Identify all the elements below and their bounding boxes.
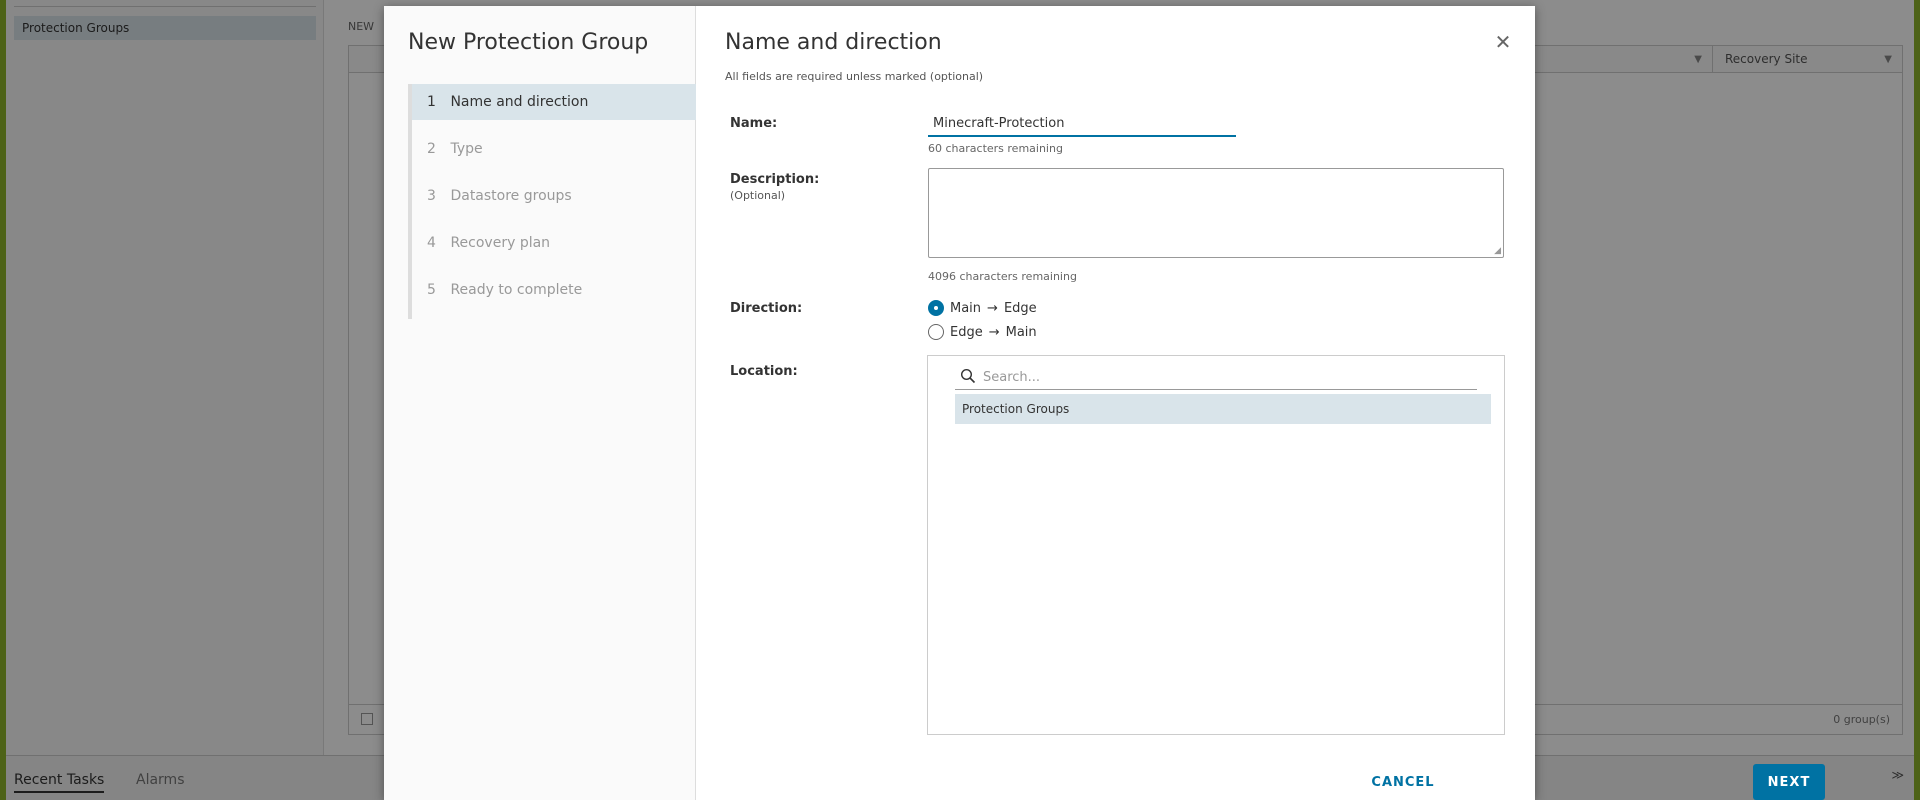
step-number: 4 — [427, 235, 436, 251]
wizard-step-datastore-groups: 3 Datastore groups — [412, 178, 696, 225]
location-tree-panel: Protection Groups — [927, 355, 1505, 735]
close-icon[interactable]: ✕ — [1493, 32, 1513, 52]
direction-to: Main — [1005, 324, 1037, 340]
step-number: 3 — [427, 188, 436, 204]
wizard-title: New Protection Group — [408, 30, 649, 55]
search-icon — [960, 368, 976, 384]
wizard-step-ready-to-complete: 5 Ready to complete — [412, 272, 696, 319]
step-label: Name and direction — [450, 94, 589, 110]
description-optional-note: (Optional) — [730, 189, 786, 202]
wizard-step-recovery-plan: 4 Recovery plan — [412, 225, 696, 272]
name-helper-text: 60 characters remaining — [928, 142, 1063, 155]
step-number: 1 — [427, 94, 436, 110]
step-number: 5 — [427, 282, 436, 298]
tree-item-protection-groups[interactable]: Protection Groups — [955, 394, 1491, 424]
step-label: Datastore groups — [450, 188, 572, 204]
direction-option-main-to-edge[interactable]: Main → Edge — [928, 300, 1037, 316]
direction-option-edge-to-main[interactable]: Edge → Main — [928, 324, 1037, 340]
direction-from: Edge — [950, 324, 983, 340]
radio-button-checked[interactable] — [928, 300, 944, 316]
wizard-steps: 1 Name and direction 2 Type 3 Datastore … — [408, 84, 696, 319]
page-title: Name and direction — [725, 30, 942, 55]
step-number: 2 — [427, 141, 436, 157]
description-helper-text: 4096 characters remaining — [928, 270, 1077, 283]
wizard-step-name-and-direction[interactable]: 1 Name and direction — [412, 84, 696, 120]
step-label: Ready to complete — [450, 282, 583, 298]
next-button[interactable]: NEXT — [1753, 764, 1825, 800]
direction-from: Main — [950, 300, 982, 316]
description-label: Description: (Optional) — [730, 172, 819, 202]
new-protection-group-dialog: New Protection Group 1 Name and directio… — [384, 6, 1825, 800]
required-note: All fields are required unless marked (o… — [725, 70, 984, 83]
wizard-step-type: 2 Type — [412, 131, 696, 178]
wizard-navigation: New Protection Group 1 Name and directio… — [384, 6, 696, 800]
description-textarea[interactable]: ◢ — [928, 168, 1504, 258]
radio-button[interactable] — [928, 324, 944, 340]
step-label: Type — [450, 141, 483, 157]
arrow-right-icon: → — [988, 324, 1000, 340]
arrow-right-icon: → — [987, 300, 998, 316]
direction-label: Direction: — [730, 301, 803, 316]
location-label: Location: — [730, 364, 798, 379]
name-input[interactable] — [928, 111, 1236, 137]
name-label: Name: — [730, 116, 778, 131]
direction-to: Edge — [1003, 300, 1037, 316]
location-search — [955, 364, 1477, 390]
search-input[interactable] — [983, 367, 1463, 387]
resize-handle-icon[interactable]: ◢ — [1494, 246, 1501, 256]
step-label: Recovery plan — [450, 235, 551, 251]
cancel-button[interactable]: CANCEL — [1360, 764, 1446, 800]
wizard-content: Name and direction ✕ All fields are requ… — [697, 6, 1825, 800]
description-label-text: Description: — [730, 172, 820, 187]
